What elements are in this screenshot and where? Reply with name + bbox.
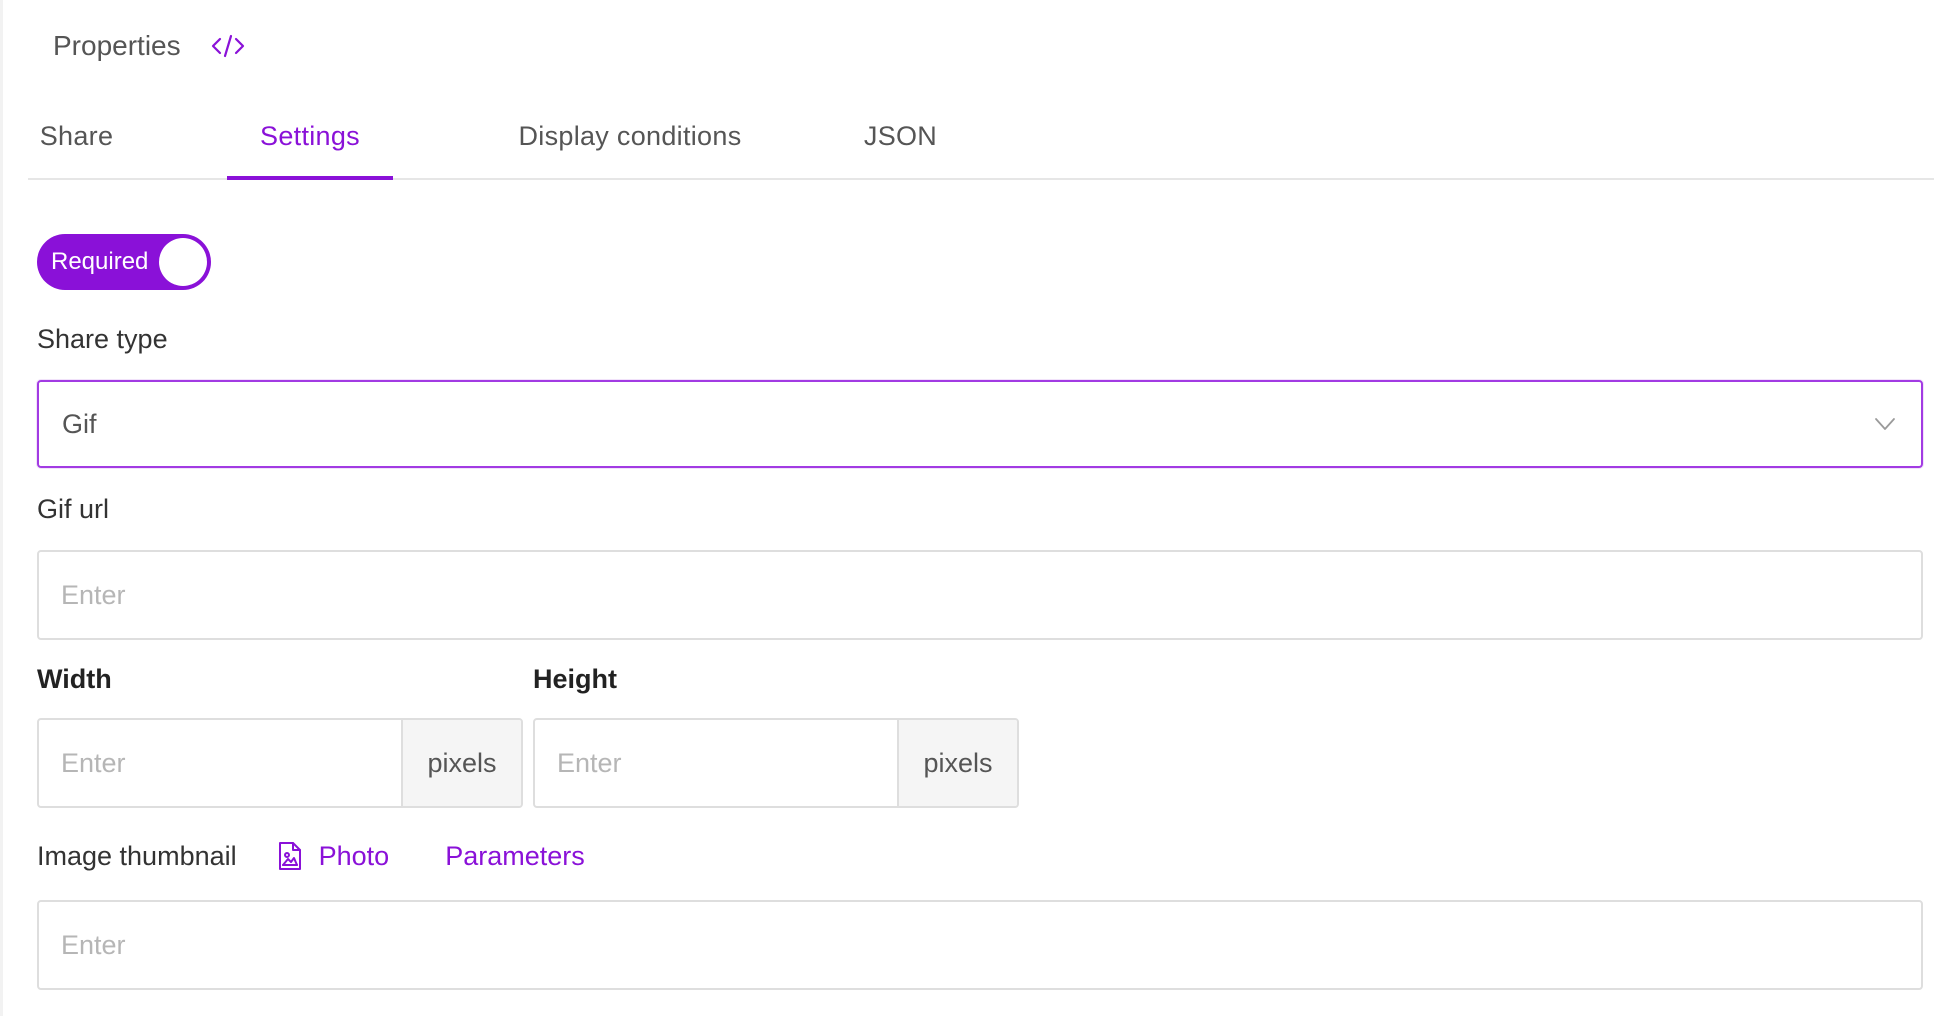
gif-url-label: Gif url (37, 494, 110, 524)
parameters-link[interactable]: Parameters (445, 841, 585, 872)
code-brackets-icon[interactable] (211, 33, 245, 59)
width-input[interactable] (39, 720, 401, 806)
width-label: Width (37, 664, 112, 694)
toggle-knob (159, 238, 207, 286)
tab-settings[interactable]: Settings (227, 100, 393, 180)
height-unit: pixels (897, 720, 1017, 806)
height-input[interactable] (535, 720, 897, 806)
image-thumbnail-row: Image thumbnail Photo Parameters (37, 838, 585, 874)
required-toggle[interactable]: Required (37, 234, 211, 290)
required-toggle-label: Required (51, 248, 149, 275)
properties-header: Properties (53, 26, 245, 66)
tab-share[interactable]: Share (28, 100, 125, 178)
photo-link-label: Photo (318, 840, 390, 871)
chevron-down-icon (1873, 412, 1897, 436)
photo-link[interactable]: Photo (277, 840, 390, 872)
panel-left-border (0, 0, 3, 1016)
page-title: Properties (53, 30, 181, 61)
height-label: Height (533, 664, 617, 694)
image-thumbnail-input[interactable] (37, 900, 1923, 990)
image-thumbnail-label: Image thumbnail (37, 840, 237, 871)
share-type-label: Share type (37, 324, 168, 354)
height-input-group: pixels (533, 718, 1019, 808)
tab-display-conditions[interactable]: Display conditions (490, 100, 770, 178)
tab-bar: Share Settings Display conditions JSON (28, 100, 1934, 180)
width-input-group: pixels (37, 718, 523, 808)
width-unit: pixels (401, 720, 521, 806)
share-type-value: Gif (62, 409, 97, 439)
share-type-select[interactable]: Gif (37, 380, 1923, 468)
image-file-icon (277, 841, 303, 871)
tab-json[interactable]: JSON (843, 100, 958, 178)
gif-url-input[interactable] (37, 550, 1923, 640)
